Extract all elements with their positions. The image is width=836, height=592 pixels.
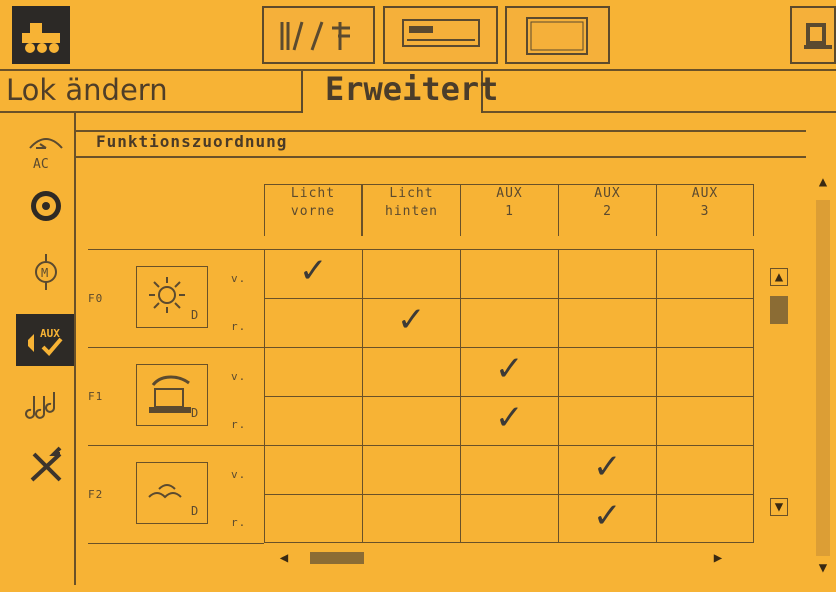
panel-title: Funktionszuordnung: [96, 132, 288, 151]
main-vertical-scrollbar[interactable]: ▲ ▼: [810, 170, 836, 580]
direction-f2-v: v.: [231, 468, 247, 481]
scroll-left-button[interactable]: ◀: [272, 550, 296, 566]
aux-check-icon: AUX: [25, 321, 65, 359]
svg-text:AC: AC: [33, 157, 49, 172]
arrow-down-icon: ▼: [774, 499, 784, 515]
sidebar: AC M AUX: [6, 120, 76, 580]
tab-lok-aendern-label: Lok ändern: [6, 73, 168, 107]
direction-f1-r: r.: [231, 418, 247, 431]
function-badge-f0: D: [191, 308, 198, 322]
main-scroll-down-button[interactable]: ▼: [814, 558, 832, 578]
layout-button[interactable]: [505, 6, 610, 64]
check-f0-r-licht-hinten[interactable]: ✓: [397, 303, 426, 337]
tab-lok-aendern[interactable]: Lok ändern: [6, 73, 168, 107]
column-header-aux-2: AUX 2: [558, 184, 656, 236]
locomotive-icon: [22, 23, 60, 53]
check-f2-v-aux-2[interactable]: ✓: [593, 450, 622, 484]
function-badge-f1: D: [191, 406, 198, 420]
tools-icon: [30, 446, 62, 482]
row-scroll-thumb[interactable]: [770, 296, 788, 324]
motor-icon: M: [35, 254, 57, 290]
track-switch-icon: [280, 21, 350, 51]
direction-f0-v: v.: [231, 272, 247, 285]
main-scroll-track[interactable]: [816, 200, 830, 556]
sidebar-item-motor[interactable]: M: [16, 250, 76, 294]
function-icon-box-f0[interactable]: D: [136, 266, 208, 328]
control-panel-icon: [402, 19, 480, 47]
tab-erweitert-label: Erweitert: [325, 70, 499, 108]
function-mapping-grid: Licht vorne Licht hinten AUX 1 AUX 2 AUX…: [88, 184, 788, 572]
direction-f2-r: r.: [231, 516, 247, 529]
check-f0-v-licht-vorne[interactable]: ✓: [299, 254, 328, 288]
function-label-f2: F2: [88, 488, 104, 501]
function-label-f1: F1: [88, 390, 104, 403]
main-scroll-up-button[interactable]: ▲: [814, 170, 832, 194]
sidebar-item-ac[interactable]: AC: [16, 128, 76, 172]
arrow-up-icon: ▲: [774, 269, 784, 285]
sidebar-item-sound[interactable]: [16, 382, 76, 426]
main-arrow-up-icon: ▲: [818, 174, 828, 190]
direction-f0-r: r.: [231, 320, 247, 333]
column-header-licht-hinten: Licht hinten: [362, 184, 460, 236]
sidebar-item-aux[interactable]: AUX: [16, 314, 76, 366]
control-panel-button[interactable]: [383, 6, 498, 64]
arrow-left-icon: ◀: [279, 550, 289, 566]
sidebar-item-wheel[interactable]: [16, 184, 76, 228]
direction-f1-v: v.: [231, 370, 247, 383]
music-icon: [25, 392, 55, 419]
function-icon-box-f2[interactable]: D: [136, 462, 208, 524]
check-f2-r-aux-2[interactable]: ✓: [593, 499, 622, 533]
track-switch-button[interactable]: [262, 6, 375, 64]
function-badge-f2: D: [191, 504, 198, 518]
smoke-icon: D: [149, 375, 198, 420]
column-header-aux-1: AUX 1: [460, 184, 558, 236]
scroll-thumb[interactable]: [310, 552, 364, 564]
column-header-aux-3: AUX 3: [656, 184, 754, 236]
row-scroll-up-button[interactable]: ▲: [770, 268, 788, 286]
right-edge-button[interactable]: [790, 6, 836, 64]
function-icon-box-f1[interactable]: D: [136, 364, 208, 426]
assignment-matrix[interactable]: ✓ ✓ ✓ ✓ ✓ ✓: [264, 249, 754, 543]
train-icon-button[interactable]: [12, 6, 70, 64]
ac-icon: AC: [29, 138, 63, 172]
steering-wheel-icon: [31, 191, 61, 221]
sidebar-item-tools[interactable]: [16, 446, 76, 490]
row-scroll-down-button[interactable]: ▼: [770, 498, 788, 516]
arrow-right-icon: ▶: [713, 550, 723, 566]
svg-text:M: M: [41, 266, 48, 280]
tab-erweitert[interactable]: Erweitert: [301, 70, 498, 113]
column-header-licht-vorne: Licht vorne: [264, 184, 362, 236]
function-label-f0: F0: [88, 292, 104, 305]
train-small-icon: [804, 23, 832, 49]
main-arrow-down-icon: ▼: [818, 560, 828, 576]
layout-icon: [526, 17, 588, 55]
wave-icon: D: [148, 484, 198, 518]
svg-text:AUX: AUX: [40, 327, 60, 340]
horizontal-scrollbar[interactable]: ◀ ▶: [264, 550, 752, 566]
scroll-right-button[interactable]: ▶: [706, 550, 730, 566]
check-f1-r-aux-1[interactable]: ✓: [495, 401, 524, 435]
check-f1-v-aux-1[interactable]: ✓: [495, 352, 524, 386]
light-icon: D: [149, 277, 198, 322]
